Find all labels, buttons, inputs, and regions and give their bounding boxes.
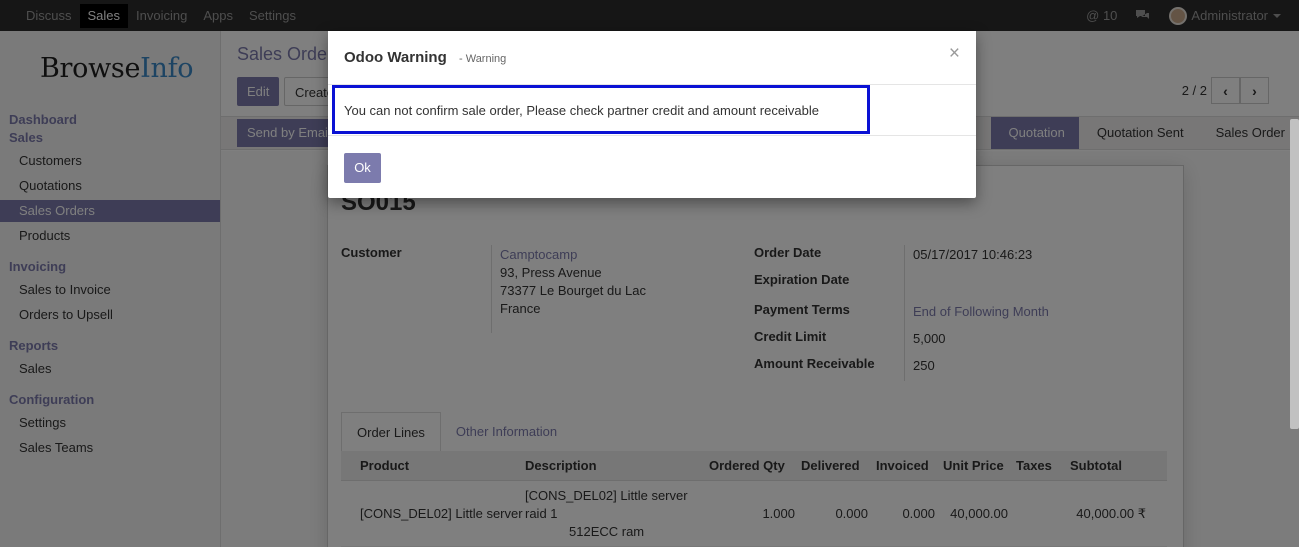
dialog-title: Odoo Warning: [344, 49, 447, 66]
dialog-footer: Ok: [328, 135, 976, 198]
dialog-message: You can not confirm sale order, Please c…: [344, 103, 820, 118]
scrollbar[interactable]: [1290, 119, 1299, 429]
dialog-subtitle: - Warning: [459, 53, 507, 65]
dialog-message-box: You can not confirm sale order, Please c…: [332, 85, 870, 134]
close-icon[interactable]: ×: [949, 44, 960, 63]
dialog-header: Odoo Warning - Warning ×: [328, 31, 976, 85]
ok-button[interactable]: Ok: [344, 153, 381, 183]
warning-dialog: Odoo Warning - Warning × You can not con…: [328, 31, 976, 198]
